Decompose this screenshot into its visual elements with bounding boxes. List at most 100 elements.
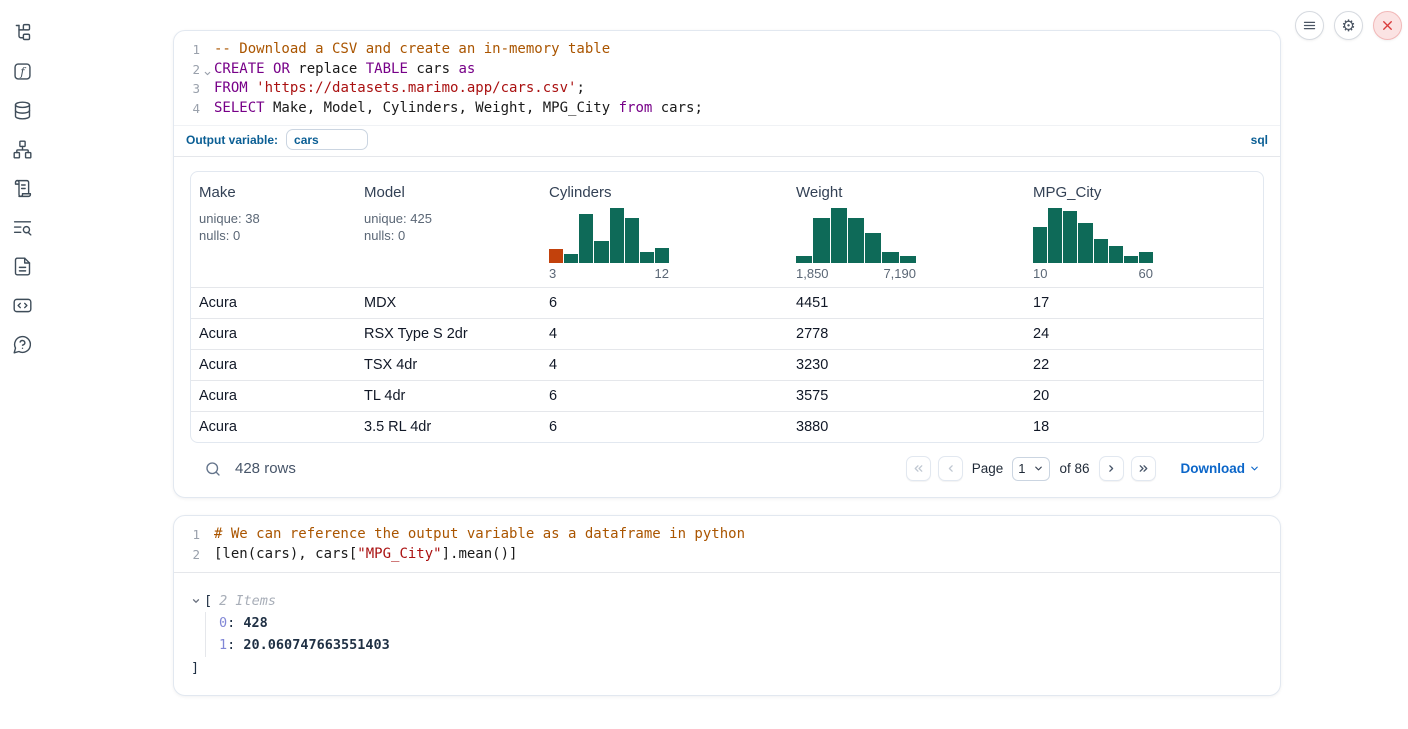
table-row[interactable]: Acura 3.5 RL 4dr 6 3880 18 [191,411,1263,442]
table-row[interactable]: Acura RSX Type S 2dr 4 2778 24 [191,318,1263,349]
histogram-bar [848,218,864,263]
column-header-weight[interactable]: Weight 1,850 7,190 [788,172,1025,287]
fold-chevron-icon[interactable] [203,64,212,84]
file-tree-icon[interactable] [10,20,34,44]
chevron-left-icon [944,462,957,475]
cell-mpg-city: 22 [1025,350,1263,380]
logs-icon[interactable] [10,215,34,239]
cell-make: Acura [191,381,356,411]
histogram-bar [625,218,639,263]
items-count-label: 2 Items [219,590,276,612]
histogram-bar [1078,223,1092,264]
histogram-bar [1033,227,1047,263]
cell-cylinders: 4 [541,319,788,349]
code-line[interactable]: SELECT Make, Model, Cylinders, Weight, M… [200,99,703,119]
cell-model: TL 4dr [356,381,541,411]
table-row[interactable]: Acura MDX 6 4451 17 [191,287,1263,318]
cell-model: 3.5 RL 4dr [356,412,541,442]
histogram-bar [900,256,916,264]
histogram-bar [1109,246,1123,263]
cell-cylinders: 6 [541,412,788,442]
cell-cylinders: 6 [541,288,788,318]
output-variable-input[interactable] [286,129,368,150]
download-button[interactable]: Download [1181,461,1261,476]
column-header-mpg-city[interactable]: MPG_City 10 60 [1025,172,1263,287]
histogram-bar [579,214,593,263]
cell-mpg-city: 20 [1025,381,1263,411]
line-number: 2 [174,545,200,565]
variables-icon[interactable]: f [10,59,34,83]
page-select[interactable]: 1 [1012,457,1050,481]
cell-weight: 3575 [788,381,1025,411]
next-page-button[interactable] [1099,456,1124,481]
histogram-bar [549,249,563,264]
weight-histogram: 1,850 7,190 [796,205,916,281]
prev-page-button[interactable] [938,456,963,481]
histogram-bar [796,256,812,264]
python-output-tree: [ 2 Items 0: 428 1: 20.060747663551403 ] [174,573,1280,695]
data-table: Make unique: 38 nulls: 0 Model unique: 4… [190,171,1264,443]
cell-model: MDX [356,288,541,318]
tree-items: 0: 428 1: 20.060747663551403 [205,612,1264,657]
column-header-cylinders[interactable]: Cylinders 3 12 [541,172,788,287]
sql-cell: 1 -- Download a CSV and create an in-mem… [173,30,1281,498]
cylinders-histogram: 3 12 [549,205,669,281]
nulls-stat: nulls: 0 [364,228,533,245]
table-row[interactable]: Acura TL 4dr 6 3575 20 [191,380,1263,411]
notebook: 1 -- Download a CSV and create an in-mem… [173,30,1281,696]
histogram-bar [831,208,847,263]
column-header-make[interactable]: Make unique: 38 nulls: 0 [191,172,356,287]
cell-cylinders: 4 [541,350,788,380]
line-number: 1 [174,40,200,60]
hist-max-label: 60 [1139,266,1153,281]
page-total-label: of 86 [1057,461,1091,476]
cell-weight: 2778 [788,319,1025,349]
hist-max-label: 7,190 [883,266,916,281]
sql-output: Make unique: 38 nulls: 0 Model unique: 4… [174,157,1280,497]
histogram-bar [1124,256,1138,264]
menu-button[interactable] [1295,11,1324,40]
scratchpad-icon[interactable] [10,176,34,200]
snippets-icon[interactable] [10,293,34,317]
collapse-chevron-icon[interactable] [191,596,201,606]
shutdown-button[interactable] [1373,11,1402,40]
cell-make: Acura [191,350,356,380]
database-icon[interactable] [10,98,34,122]
histogram-bar [882,252,898,264]
help-icon[interactable] [10,332,34,356]
chevron-down-icon [1249,463,1260,474]
search-icon[interactable] [204,460,222,478]
histogram-bar [1048,208,1062,263]
line-number: 4 [174,99,200,119]
output-variable-label: Output variable: [186,133,278,147]
last-page-button[interactable] [1131,456,1156,481]
nulls-stat: nulls: 0 [199,228,348,245]
histogram-bar [610,208,624,263]
table-footer: 428 rows Page 1 of 86 [190,443,1264,497]
first-page-button[interactable] [906,456,931,481]
code-line[interactable]: -- Download a CSV and create an in-memor… [200,40,610,60]
language-badge[interactable]: sql [1251,133,1268,147]
cell-weight: 4451 [788,288,1025,318]
unique-stat: unique: 425 [364,211,533,228]
dependency-graph-icon[interactable] [10,137,34,161]
cell-weight: 3880 [788,412,1025,442]
code-line[interactable]: FROM 'https://datasets.marimo.app/cars.c… [200,79,585,99]
cell-mpg-city: 18 [1025,412,1263,442]
output-variable-row: Output variable: sql [174,125,1280,157]
column-header-model[interactable]: Model unique: 425 nulls: 0 [356,172,541,287]
page-label: Page [970,461,1006,476]
documentation-icon[interactable] [10,254,34,278]
close-bracket: ] [191,657,1264,679]
python-code-editor[interactable]: 1 # We can reference the output variable… [174,516,1280,571]
histogram-bar [1094,239,1108,263]
sql-code-editor[interactable]: 1 -- Download a CSV and create an in-mem… [174,31,1280,125]
close-icon [1380,18,1395,33]
code-line[interactable]: # We can reference the output variable a… [200,525,745,545]
table-row[interactable]: Acura TSX 4dr 4 3230 22 [191,349,1263,380]
code-line[interactable]: CREATE OR replace TABLE cars as [200,60,475,80]
gear-icon: ⚙ [1341,18,1355,34]
code-line[interactable]: [len(cars), cars["MPG_City"].mean()] [200,545,517,565]
chevron-down-icon [1033,463,1044,474]
settings-button[interactable]: ⚙ [1334,11,1363,40]
